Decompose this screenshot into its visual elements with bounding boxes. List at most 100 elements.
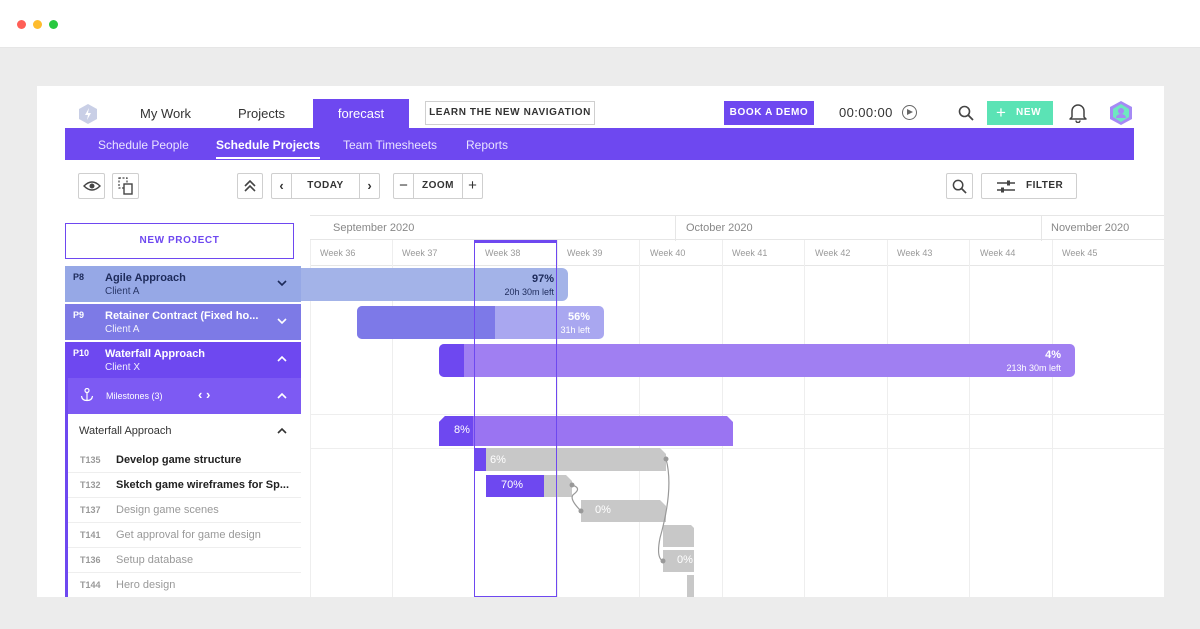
task-id: T141 [80,530,101,540]
task-row[interactable]: T137 Design game scenes [68,498,301,523]
play-timer-icon[interactable] [902,105,917,120]
subnav-schedule-people[interactable]: Schedule People [98,138,189,152]
bar-percent: 4% [1045,349,1061,361]
subnav-team-timesheets[interactable]: Team Timesheets [343,138,437,152]
project-name: Waterfall Approach [105,348,206,360]
chevron-left-icon[interactable]: ‹ [272,174,292,198]
task-row[interactable]: T141 Get approval for game design [68,523,301,548]
task-name: Sketch game wireframes for Sp... [116,479,290,491]
anchor-icon [80,388,94,402]
grid-line [969,240,970,597]
task-name: Setup database [116,554,194,566]
task-bar-percent: 0% [677,554,693,566]
today-button[interactable]: TODAY [292,174,359,198]
new-button[interactable]: + NEW [987,101,1053,125]
month-label: October 2020 [686,222,753,234]
task-row[interactable]: T136 Setup database [68,548,301,573]
chevron-down-icon[interactable] [277,278,287,288]
maximize-window-dot[interactable] [49,20,58,29]
task-id: T137 [80,505,101,515]
zoom-label: ZOOM [422,180,454,191]
week-label: Week 44 [980,248,1016,258]
row-separator [310,414,1164,415]
zoom-in-icon[interactable]: + [462,174,482,198]
dependency-dot [569,482,575,488]
task-row[interactable]: T135 Develop game structure [68,448,301,473]
task-bar-percent: 0% [595,504,611,516]
subnav-schedule-projects[interactable]: Schedule Projects [216,138,320,152]
project-name: Retainer Contract (Fixed ho... [105,310,259,322]
top-nav: My Work Projects forecast LEARN THE NEW … [65,99,1134,128]
month-divider [675,216,676,241]
task-row[interactable]: T144 Hero design [68,573,301,597]
project-row-p10[interactable]: P10 Waterfall Approach Client X [65,342,301,378]
milestones-row[interactable]: Milestones (3) ‹ › [68,378,301,414]
user-avatar-icon[interactable] [1110,101,1132,125]
browser-chrome [0,0,1200,48]
zoom-group: − ZOOM + [393,173,483,199]
current-week-highlight [474,240,557,597]
new-project-button[interactable]: NEW PROJECT [65,223,294,259]
month-divider [1041,216,1042,241]
project-row-p8[interactable]: P8 Agile Approach Client A [65,266,301,302]
project-client: Client X [105,362,141,373]
dependency-dot [663,456,669,462]
task-row[interactable]: T132 Sketch game wireframes for Sp... [68,473,301,498]
project-row-p9[interactable]: P9 Retainer Contract (Fixed ho... Client… [65,304,301,340]
month-header: September 2020 October 2020 November 202… [310,215,1164,241]
phase-bar-percent: 8% [454,424,470,436]
forecast-app: My Work Projects forecast LEARN THE NEW … [37,86,1164,597]
chevron-up-icon[interactable] [277,391,287,401]
nav-my-work[interactable]: My Work [140,106,191,121]
chevron-right-icon[interactable]: › [359,174,379,198]
week-label: Week 39 [567,248,603,258]
copy-document-icon [117,177,133,195]
dependency-dot [660,558,666,564]
learn-navigation-button[interactable]: LEARN THE NEW NAVIGATION [425,101,595,125]
task-name: Hero design [116,579,176,591]
milestones-label: Milestones (3) [106,391,163,401]
filter-button[interactable]: FILTER [981,173,1077,199]
task-name: Get approval for game design [116,529,261,541]
task-name: Develop game structure [116,454,242,466]
forecast-logo-icon[interactable] [79,104,97,124]
close-window-dot[interactable] [17,20,26,29]
bar-hours-left: 213h 30m left [1006,363,1061,373]
nav-projects[interactable]: Projects [238,106,285,121]
week-label: Week 37 [402,248,438,258]
week-label: Week 41 [732,248,768,258]
notifications-bell-icon[interactable] [1069,103,1087,123]
search-icon[interactable] [958,105,974,121]
project-client: Client A [105,324,140,335]
minimize-window-dot[interactable] [33,20,42,29]
collapse-all-button[interactable] [237,173,263,199]
toolbar-search-button[interactable] [946,173,973,199]
today-nav-group: ‹ TODAY › [271,173,380,199]
task-bar-percent: 0% [701,579,717,591]
filter-label: FILTER [1026,180,1064,191]
project-id: P9 [73,310,85,320]
double-chevron-up-icon [244,179,256,192]
task-bar-t144 [687,575,694,597]
nav-forecast[interactable]: forecast [313,99,409,128]
project-name: Agile Approach [105,272,186,284]
code-brackets-icon[interactable]: ‹ › [198,387,210,402]
task-bar-t137 [581,500,666,522]
plus-icon: + [996,103,1007,122]
visibility-toggle-button[interactable] [78,173,105,199]
sub-nav: Schedule People Schedule Projects Team T… [65,128,1134,160]
task-name: Design game scenes [116,504,219,516]
week-label: Week 42 [815,248,851,258]
subnav-reports[interactable]: Reports [466,138,508,152]
week-label: Week 43 [897,248,933,258]
bar-hours-left: 31h left [560,325,590,335]
copy-layout-button[interactable] [112,173,139,199]
chevron-down-icon[interactable] [277,316,287,326]
phase-row[interactable]: Waterfall Approach [68,414,301,448]
chevron-up-icon[interactable] [277,426,287,436]
project-id: P10 [73,348,90,358]
book-demo-button[interactable]: BOOK A DEMO [724,101,814,125]
chevron-up-icon[interactable] [277,354,287,364]
zoom-out-icon[interactable]: − [394,174,414,198]
row-separator [310,448,1164,449]
